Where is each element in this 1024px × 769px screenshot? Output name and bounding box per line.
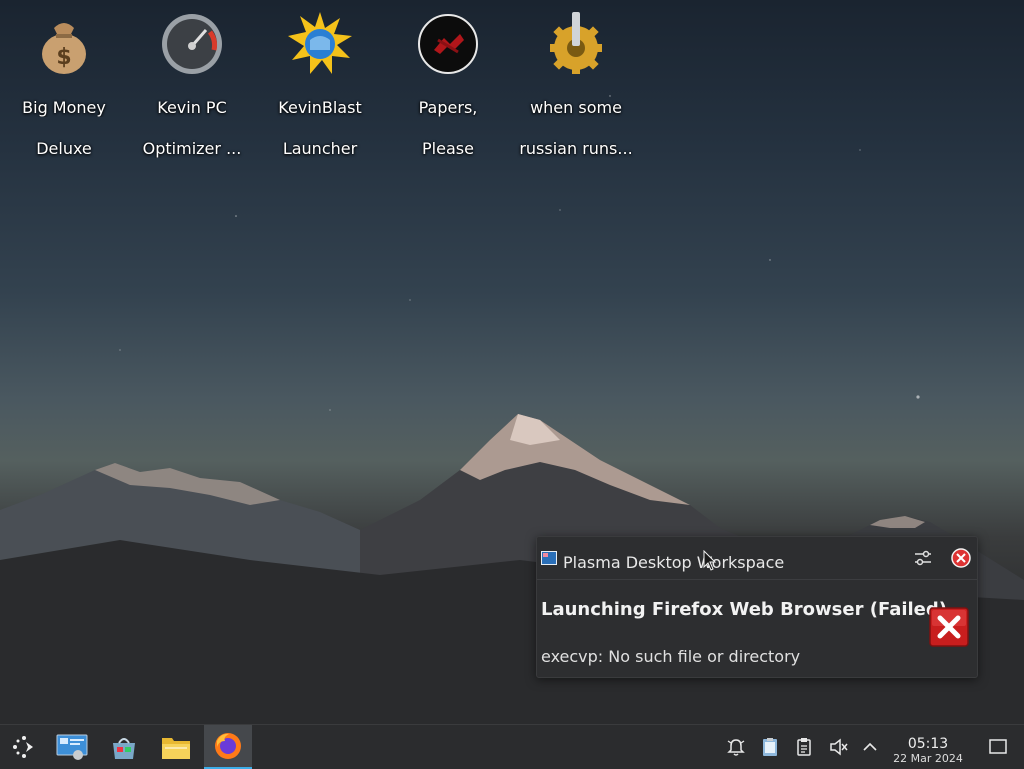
clock-time[interactable]: 05:13 xyxy=(896,736,960,752)
desktop-icon-label-line1: KevinBlast xyxy=(278,98,362,117)
desktop-icon-label-line2: Optimizer ... xyxy=(142,139,242,158)
clipboard-icon[interactable] xyxy=(794,737,814,757)
desktop-icon-label-line2: Launcher xyxy=(282,139,358,158)
expand-tray-icon[interactable] xyxy=(860,737,880,757)
app-launcher-icon xyxy=(13,736,33,758)
clipboard-paste-icon[interactable] xyxy=(760,737,780,757)
settings-sliders-icon[interactable] xyxy=(913,549,933,567)
desktop-icon-label-line1: Kevin PC xyxy=(157,98,227,117)
plasma-app-icon xyxy=(541,551,557,565)
desktop-icon-label-line2: russian runs... xyxy=(519,139,633,158)
desktop-icon-label-line1: when some xyxy=(530,98,622,117)
show-desktop-icon[interactable] xyxy=(988,737,1008,757)
money-bag-icon: $ xyxy=(42,23,86,74)
sun-globe-icon xyxy=(288,12,352,74)
taskbar-discover[interactable] xyxy=(100,725,148,769)
notification-title: Launching Firefox Web Browser (Failed) xyxy=(541,599,947,620)
desktop-icon-papers-please[interactable]: Papers, Please xyxy=(384,8,512,178)
desktop-icon-label-line1: Big Money xyxy=(22,98,106,117)
notifications-icon[interactable] xyxy=(726,737,746,757)
gear-icon xyxy=(550,12,602,74)
app-launcher-button[interactable] xyxy=(0,725,48,769)
close-icon[interactable] xyxy=(951,548,971,568)
desktop-icon-label-line1: Papers, xyxy=(418,98,478,117)
discover-store-icon xyxy=(113,738,135,759)
taskbar-firefox[interactable] xyxy=(204,725,252,769)
speedometer-icon xyxy=(162,14,222,74)
papers-please-icon xyxy=(418,14,478,74)
notification-header: Plasma Desktop Workspace xyxy=(537,537,977,580)
error-icon xyxy=(929,607,969,647)
taskbar xyxy=(0,724,1024,769)
notification-app-name: Plasma Desktop Workspace xyxy=(563,553,785,572)
file-manager-icon xyxy=(162,738,190,759)
clock-date[interactable]: 22 Mar 2024 xyxy=(888,752,968,765)
notification-popup: Plasma Desktop Workspace Launching Firef… xyxy=(536,536,978,678)
desktop-icon-kevin-pc-optimizer[interactable]: Kevin PC Optimizer ... xyxy=(128,8,256,178)
firefox-icon xyxy=(215,733,241,759)
system-settings-icon xyxy=(56,734,88,760)
mouse-pointer-icon xyxy=(703,550,717,571)
desktop-icon-label-line2: Please xyxy=(422,139,474,158)
taskbar-file-manager[interactable] xyxy=(152,725,200,769)
taskbar-system-settings[interactable] xyxy=(48,725,96,769)
notification-body: execvp: No such file or directory xyxy=(541,647,801,666)
svg-text:$: $ xyxy=(56,45,71,70)
desktop-icon-label-line2: Deluxe xyxy=(36,139,92,158)
volume-muted-icon[interactable] xyxy=(828,737,848,757)
desktop-icon-when-some-russian-runs[interactable]: when some russian runs... xyxy=(512,8,640,178)
desktop-icon-big-money-deluxe[interactable]: $ Big Money Deluxe xyxy=(0,8,128,178)
desktop-icon-kevinblast-launcher[interactable]: KevinBlast Launcher xyxy=(256,8,384,178)
